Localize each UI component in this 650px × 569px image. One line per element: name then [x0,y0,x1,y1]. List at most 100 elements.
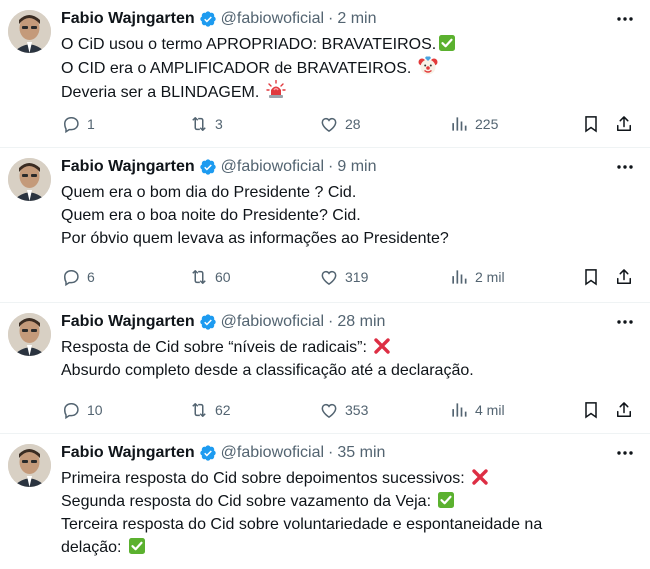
tweet-actions: 10 62 353 4 mil [61,399,641,421]
heart-icon [321,270,337,285]
more-dots-icon[interactable] [615,444,635,462]
separator-dot: · [328,313,334,330]
bookmark-icon [585,402,597,419]
tweet-text: O CiD usou o termo APROPRIADO: BRAVATEIR… [61,33,631,104]
retweet-count: 62 [215,402,231,418]
timestamp[interactable]: 2 min [337,10,376,28]
tweet-text: Quem era o bom dia do Presidente ? Cid. … [61,181,631,250]
tweet-header: Fabio Wajngarten @fabiowoficial · 2 min [61,9,377,29]
clown-face-emoji [418,56,438,75]
more-dots-icon[interactable] [615,10,635,28]
more-dots-icon[interactable] [615,158,635,176]
share-button[interactable] [614,266,634,288]
tweet-line-text: O CID era o AMPLIFICADOR de BRAVATEIROS. [61,60,412,77]
retweet-count: 60 [215,269,231,285]
reply-button[interactable]: 6 [61,266,95,288]
views-count: 2 mil [475,269,505,285]
retweet-icon [192,270,206,284]
share-icon [617,402,631,417]
reply-button[interactable]: 1 [61,113,95,135]
author-name[interactable]: Fabio Wajngarten [61,158,195,176]
tweet-line-text: Resposta de Cid sobre “níveis de radicai… [61,339,367,356]
verified-badge-icon [199,445,216,461]
share-button[interactable] [614,113,634,135]
like-button[interactable]: 353 [319,399,368,421]
author-name[interactable]: Fabio Wajngarten [61,313,195,331]
separator-dot: · [328,444,334,461]
tweet-line: O CID era o AMPLIFICADOR de BRAVATEIROS. [61,56,631,80]
tweet-line: O CiD usou o termo APROPRIADO: BRAVATEIR… [61,33,631,56]
avatar[interactable] [8,444,51,487]
views-button[interactable]: 2 mil [449,266,505,288]
reply-icon [63,117,79,134]
tweet-actions: 1 3 28 225 [61,113,641,135]
author-name[interactable]: Fabio Wajngarten [61,10,195,28]
timeline-feed: Fabio Wajngarten @fabiowoficial · 2 min … [0,0,650,569]
verified-badge-icon [199,314,216,330]
tweet-header: Fabio Wajngarten @fabiowoficial · 9 min [61,157,377,177]
tweet-header: Fabio Wajngarten @fabiowoficial · 28 min [61,312,385,332]
verified-badge-icon [199,159,216,175]
cross-mark-emoji [374,338,391,354]
bookmark-icon [585,116,597,133]
tweet[interactable]: Fabio Wajngarten @fabiowoficial · 2 min … [0,0,650,148]
tweet-text: Resposta de Cid sobre “níveis de radicai… [61,336,631,382]
avatar[interactable] [8,10,51,53]
heart-icon [321,403,337,418]
check-mark-emoji [439,35,456,51]
timestamp[interactable]: 35 min [337,444,385,462]
share-button[interactable] [614,399,634,421]
tweet-line-text: O CiD usou o termo APROPRIADO: BRAVATEIR… [61,36,437,53]
check-mark-emoji [438,492,455,508]
tweet[interactable]: Fabio Wajngarten @fabiowoficial · 9 min … [0,148,650,303]
verified-badge-icon [199,11,216,27]
tweet[interactable]: Fabio Wajngarten @fabiowoficial · 35 min… [0,434,650,569]
like-button[interactable]: 319 [319,266,368,288]
author-handle[interactable]: @fabiowoficial [221,10,324,28]
author-handle[interactable]: @fabiowoficial [221,444,324,462]
reply-icon [63,403,79,420]
tweet[interactable]: Fabio Wajngarten @fabiowoficial · 28 min… [0,303,650,434]
tweet-text: Primeira resposta do Cid sobre depoiment… [61,467,631,559]
retweet-icon [192,117,206,131]
tweet-actions: 6 60 319 2 mil [61,266,641,288]
views-button[interactable]: 225 [449,113,498,135]
bookmark-icon [585,269,597,286]
tweet-line: Segunda resposta do Cid sobre vazamento … [61,490,631,513]
tweet-header: Fabio Wajngarten @fabiowoficial · 35 min [61,443,385,463]
check-mark-emoji [128,538,145,554]
retweet-button[interactable]: 62 [189,399,231,421]
tweet-line: Quem era o boa noite do Presidente? Cid. [61,207,361,224]
separator-dot: · [328,10,334,27]
reply-button[interactable]: 10 [61,399,103,421]
reply-count: 6 [87,269,95,285]
bookmark-button[interactable] [581,399,601,421]
timestamp[interactable]: 9 min [337,158,376,176]
avatar[interactable] [8,158,51,201]
timestamp[interactable]: 28 min [337,313,385,331]
like-button[interactable]: 28 [319,113,361,135]
tweet-line: Quem era o bom dia do Presidente ? Cid. [61,184,357,201]
retweet-button[interactable]: 60 [189,266,231,288]
bookmark-button[interactable] [581,113,601,135]
like-count: 319 [345,269,369,285]
views-count: 4 mil [475,402,505,418]
tweet-line: Por óbvio quem levava as informações ao … [61,230,449,247]
more-dots-icon[interactable] [615,313,635,331]
separator-dot: · [328,158,334,175]
bookmark-button[interactable] [581,266,601,288]
author-name[interactable]: Fabio Wajngarten [61,444,195,462]
tweet-line-text: Primeira resposta do Cid sobre depoiment… [61,470,465,487]
reply-count: 1 [87,116,95,132]
author-handle[interactable]: @fabiowoficial [221,313,324,331]
reply-icon [63,270,79,287]
like-count: 28 [345,116,361,132]
author-handle[interactable]: @fabiowoficial [221,158,324,176]
avatar[interactable] [8,313,51,356]
views-button[interactable]: 4 mil [449,399,505,421]
tweet-line-text: Segunda resposta do Cid sobre vazamento … [61,493,432,510]
share-icon [617,269,631,284]
heart-icon [321,117,337,132]
views-chart-icon [452,270,467,284]
retweet-button[interactable]: 3 [189,113,223,135]
